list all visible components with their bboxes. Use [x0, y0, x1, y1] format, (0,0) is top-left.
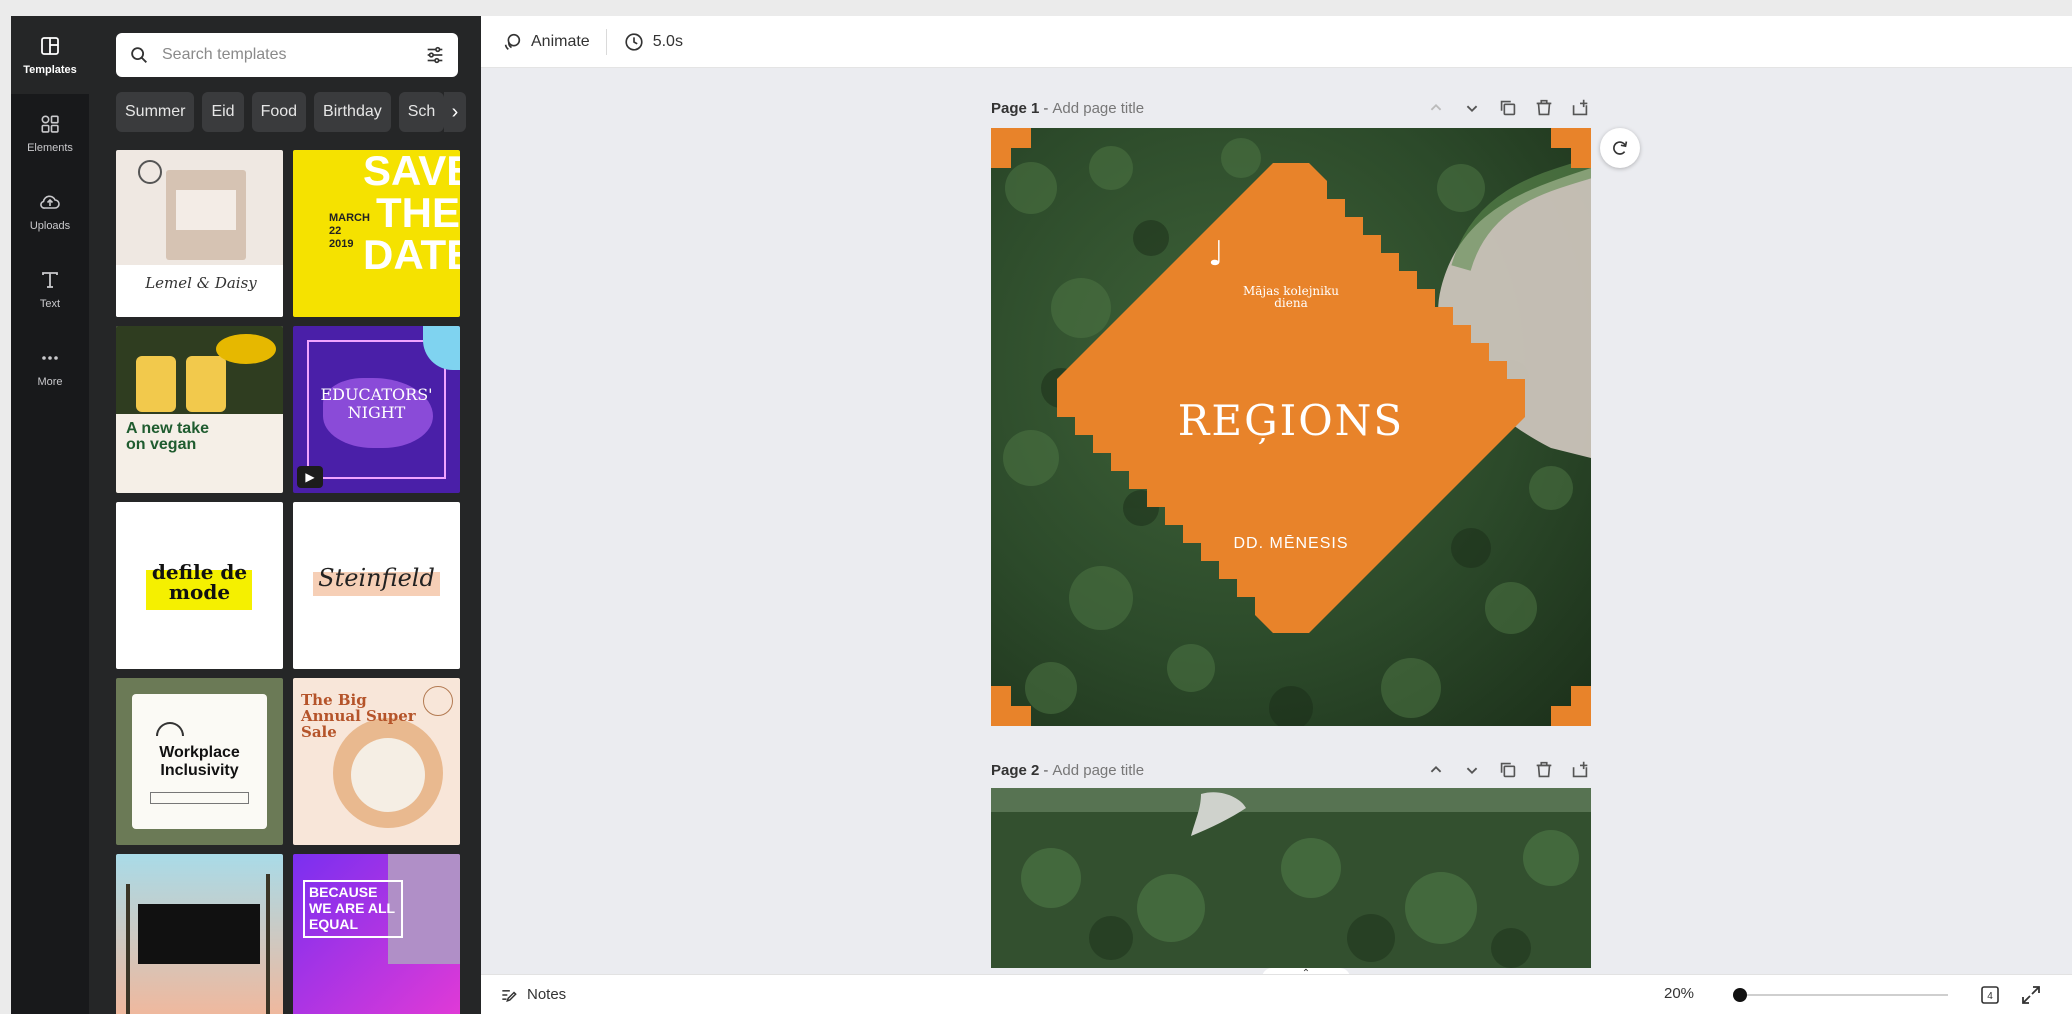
page-2-title-input[interactable]: Add page title — [1052, 762, 1144, 779]
rail-label-templates: Templates — [23, 64, 77, 76]
template-title: EDUCATORS' NIGHT — [320, 385, 433, 422]
template-card-workplace[interactable]: Workplace Inclusivity — [116, 678, 283, 845]
page-1-actions — [1411, 96, 1591, 120]
template-title: Steinfield — [318, 564, 435, 592]
rail-item-templates[interactable]: Templates — [11, 16, 89, 94]
template-title: BECAUSE WE ARE ALL EQUAL — [309, 884, 395, 932]
duplicate-page-icon[interactable] — [1497, 97, 1519, 119]
design-subtitle: DD. MĒNESIS — [1233, 535, 1349, 552]
toolbar-divider — [605, 28, 607, 55]
template-card-palms[interactable] — [116, 854, 283, 1014]
move-up-icon[interactable] — [1425, 759, 1447, 781]
template-card-defile[interactable]: defile de mode — [116, 502, 283, 669]
template-card-soap[interactable]: Lemel & Daisy — [116, 150, 283, 317]
notes-label: Notes — [527, 986, 567, 1003]
notes-icon — [502, 989, 517, 1002]
animate-button[interactable]: Animate — [493, 24, 598, 60]
add-page-icon[interactable] — [1569, 759, 1591, 781]
svg-text:4: 4 — [1987, 991, 1993, 1002]
window-top-strip — [0, 0, 2072, 16]
filter-sliders-icon[interactable] — [424, 44, 446, 66]
rail-item-uploads[interactable]: Uploads — [11, 172, 89, 250]
zoom-slider-knob[interactable] — [1733, 988, 1747, 1002]
zoom-level[interactable]: 20% — [1664, 985, 1694, 1002]
music-note-icon: ♩ — [1207, 234, 1225, 274]
duration-button[interactable]: 5.0s — [615, 24, 691, 60]
page-1-design[interactable]: ♩ Mājas kolejniku diena REĢIONS DD. MĒNE… — [991, 128, 1591, 726]
template-title: Lemel & Daisy — [145, 274, 257, 292]
page-1-label: Page 1 — [991, 99, 1040, 117]
template-title: defile de mode — [151, 560, 248, 604]
category-chips: Summer Eid Food Birthday Sch — [116, 92, 466, 136]
template-subtitle: MARCH 22 2019 — [329, 212, 370, 250]
rail-label-more: More — [37, 376, 63, 388]
templates-panel: Search templates Summer Eid Food Birthda… — [89, 16, 481, 1014]
move-down-icon[interactable] — [1461, 759, 1483, 781]
template-title: SAVE THE DATE — [363, 150, 460, 278]
search-icon — [131, 47, 147, 63]
template-card-educators[interactable]: EDUCATORS' NIGHT ▶ — [293, 326, 460, 493]
design-title: REĢIONS — [1177, 396, 1405, 445]
template-card-sale[interactable]: The Big Annual Super Sale — [293, 678, 460, 845]
page-2-actions — [1411, 758, 1591, 782]
template-card-save-the-date[interactable]: SAVE THE DATE MARCH 22 2019 — [293, 150, 460, 317]
editor-toolbar: Animate 5.0s — [481, 16, 2072, 68]
zoom-slider-track — [1733, 994, 1948, 996]
delete-page-icon[interactable] — [1533, 759, 1555, 781]
chip-food[interactable]: Food — [251, 92, 307, 132]
fullscreen-icon[interactable] — [2019, 983, 2043, 1007]
template-title: The Big Annual Super Sale — [301, 691, 416, 741]
rail-label-text: Text — [39, 298, 61, 310]
page-1-title-input[interactable]: Add page title — [1052, 100, 1144, 117]
chip-summer[interactable]: Summer — [116, 92, 195, 132]
templates-icon — [41, 37, 59, 55]
text-icon — [42, 272, 58, 288]
template-card-steinfield[interactable]: Steinfield — [293, 502, 460, 669]
video-play-icon: ▶ — [297, 466, 323, 488]
template-card-vegan[interactable]: A new take on vegan — [116, 326, 283, 493]
chip-birthday[interactable]: Birthday — [314, 92, 391, 132]
rail-item-text[interactable]: Text — [11, 250, 89, 328]
animate-label: Animate — [531, 32, 590, 50]
chip-school[interactable]: Sch — [398, 92, 445, 132]
design-canvas-area: Page 1 - Add page title ♩ Mājas kolejnik… — [481, 68, 2072, 974]
clock-icon — [625, 32, 643, 51]
page-count-icon[interactable]: 4 — [1978, 983, 2002, 1007]
elements-icon — [41, 115, 59, 133]
chips-next-button[interactable]: › — [444, 92, 466, 132]
search-templates-field[interactable]: Search templates — [116, 33, 458, 77]
bottom-bar: Notes 20% 4 — [481, 974, 2072, 1014]
rail-item-more[interactable]: More — [11, 328, 89, 406]
template-card-equal[interactable]: BECAUSE WE ARE ALL EQUAL — [293, 854, 460, 1014]
chevron-right-icon: › — [451, 100, 459, 123]
window-left-edge — [0, 16, 11, 1014]
page-2-label: Page 2 — [991, 761, 1040, 779]
delete-page-icon[interactable] — [1533, 97, 1555, 119]
rail-item-elements[interactable]: Elements — [11, 94, 89, 172]
zoom-slider[interactable] — [1733, 975, 1948, 1014]
duration-label: 5.0s — [652, 32, 683, 50]
rail-label-uploads: Uploads — [29, 220, 71, 232]
page-2-artwork — [991, 788, 1591, 968]
move-up-icon[interactable] — [1425, 97, 1447, 119]
notes-button[interactable]: Notes — [499, 985, 566, 1005]
regenerate-button[interactable] — [1600, 128, 1640, 168]
page-2-design[interactable] — [991, 788, 1591, 968]
animate-icon — [504, 33, 521, 50]
rail-label-elements: Elements — [27, 142, 73, 154]
chip-eid[interactable]: Eid — [202, 92, 244, 132]
search-placeholder[interactable]: Search templates — [162, 46, 424, 64]
left-rail: Templates Elements Uploads Text More — [11, 16, 89, 1014]
move-down-icon[interactable] — [1461, 97, 1483, 119]
refresh-icon — [1613, 141, 1628, 155]
template-title: A new take on vegan — [126, 420, 209, 453]
design-small-text: Mājas kolejniku diena — [1242, 284, 1339, 310]
more-icon — [42, 356, 58, 360]
add-page-icon[interactable] — [1569, 97, 1591, 119]
template-title: Workplace Inclusivity — [159, 744, 240, 779]
duplicate-page-icon[interactable] — [1497, 759, 1519, 781]
uploads-icon — [40, 195, 60, 209]
